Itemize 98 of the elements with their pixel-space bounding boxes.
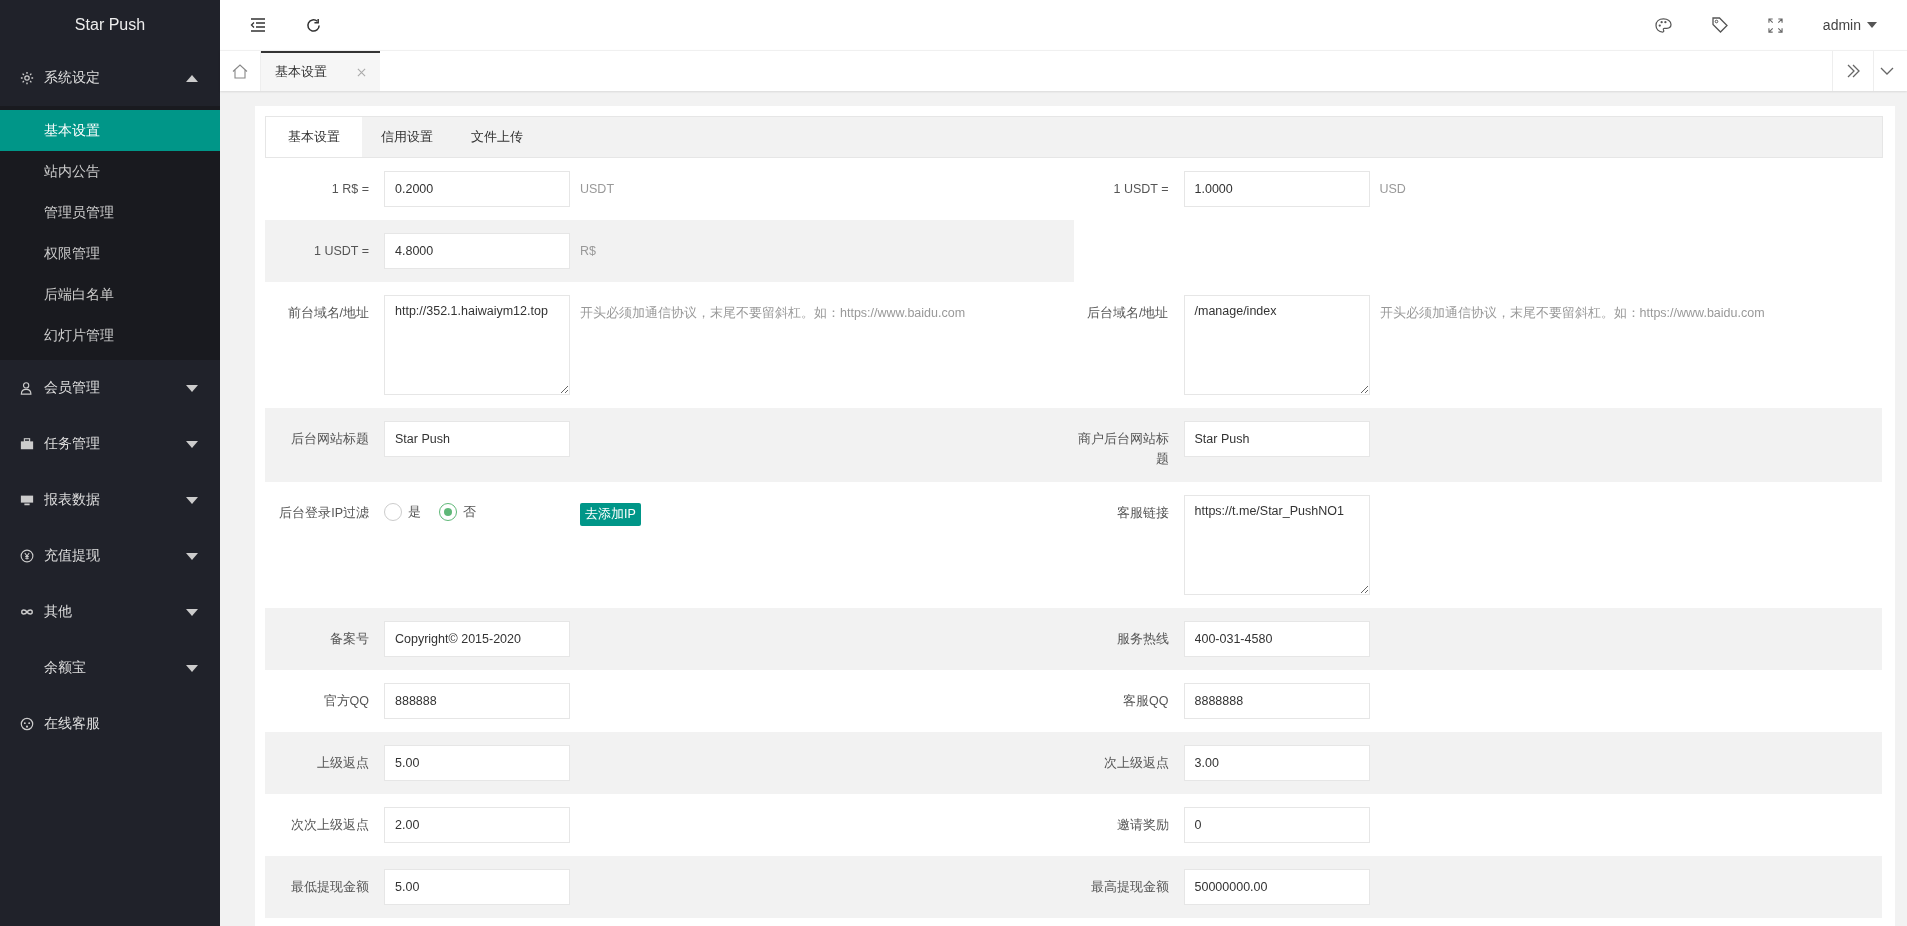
unit-text: USD — [1378, 181, 1406, 198]
input-field[interactable]: 5.00 — [384, 745, 570, 781]
field-label: 服务热线 — [1115, 631, 1170, 648]
tab-label: 基本设置 — [275, 63, 327, 81]
menu-label: 系统设定 — [44, 69, 101, 87]
app-logo: Star Push — [73, 15, 147, 35]
radio-button[interactable] — [384, 503, 402, 521]
unit-text: R$ — [579, 243, 596, 260]
chevron-down-icon[interactable] — [1880, 67, 1894, 75]
menu-label: 在线客服 — [44, 715, 101, 733]
field-label: 1 USDT = — [313, 243, 370, 260]
sidebar-menu-item[interactable]: 在线客服 — [0, 696, 220, 752]
caret-down-icon — [186, 552, 198, 560]
field-label: 前台域名/地址 — [286, 305, 370, 322]
field-label: 最低提现金额 — [290, 879, 370, 896]
submenu-item[interactable]: 站内公告 — [0, 151, 220, 192]
field-label: 商户后台网站标题 — [1076, 431, 1170, 468]
field-label: 次次上级返点 — [290, 817, 370, 834]
field-label: 1 R$ = — [330, 181, 370, 198]
input-field[interactable]: 3.00 — [1183, 745, 1370, 781]
caret-up-icon — [186, 74, 198, 82]
input-field[interactable]: 5.00 — [384, 869, 570, 905]
menu-label: 余额宝 — [44, 659, 87, 677]
textarea-field[interactable]: /manage/index — [1183, 295, 1370, 395]
field-label: 后台网站标题 — [290, 431, 370, 448]
input-field[interactable]: 888888 — [384, 683, 570, 719]
submenu-item[interactable]: 幻灯片管理 — [0, 315, 220, 356]
palette-icon[interactable] — [1654, 17, 1672, 33]
caret-down-icon — [1867, 22, 1877, 28]
form-tab[interactable]: 基本设置 — [266, 117, 362, 157]
form-tab[interactable]: 文件上传 — [452, 117, 542, 157]
input-field[interactable]: 2.00 — [384, 807, 570, 843]
submenu-item[interactable]: 管理员管理 — [0, 192, 220, 233]
submenu-item[interactable]: 后端白名单 — [0, 274, 220, 315]
unit-text: USDT — [579, 181, 615, 198]
user-menu[interactable]: admin — [1822, 17, 1861, 33]
sidebar-menu-item[interactable]: 系统设定 — [0, 50, 220, 106]
yen-icon — [20, 549, 34, 563]
form-tab[interactable]: 信用设置 — [362, 117, 452, 157]
field-label: 备案号 — [329, 631, 370, 648]
input-field[interactable]: Copyright© 2015-2020 — [384, 621, 570, 657]
user-icon — [20, 381, 34, 395]
radio-label: 是 — [408, 503, 421, 521]
caret-down-icon — [186, 496, 198, 504]
field-label: 最高提现金额 — [1089, 879, 1170, 896]
sidebar-menu-item[interactable]: 其他 — [0, 584, 220, 640]
menu-label: 报表数据 — [44, 491, 101, 509]
fullscreen-icon[interactable] — [1767, 17, 1783, 33]
caret-down-icon — [186, 384, 198, 392]
briefcase-icon — [20, 437, 34, 451]
hint-text: 开头必须加通信协议，末尾不要留斜杠。如：https://www.baidu.com — [579, 305, 966, 322]
field-label: 后台登录IP过滤 — [278, 505, 370, 522]
menu-label: 其他 — [44, 603, 73, 621]
sidebar-menu-item[interactable]: 充值提现 — [0, 528, 220, 584]
add-ip-button[interactable]: 去添加IP — [580, 503, 641, 526]
menu-fold-icon[interactable] — [250, 18, 266, 32]
caret-down-icon — [186, 440, 198, 448]
caret-down-icon — [186, 664, 198, 672]
input-field[interactable]: Star Push — [384, 421, 570, 457]
radio-label: 否 — [463, 503, 476, 521]
sidebar-menu-item[interactable]: 余额宝 — [0, 640, 220, 696]
hint-text: 开头必须加通信协议，末尾不要留斜杠。如：https://www.baidu.com — [1378, 305, 1765, 322]
textarea-field[interactable]: http://352.1.haiwaiym12.top — [384, 295, 570, 395]
face-icon — [20, 717, 34, 731]
caret-down-icon — [186, 608, 198, 616]
field-label: 次上级返点 — [1102, 755, 1170, 772]
textarea-field[interactable]: https://t.me/Star_PushNO1 — [1183, 495, 1370, 595]
field-label: 后台域名/地址 — [1086, 305, 1170, 322]
sidebar-menu-item[interactable]: 任务管理 — [0, 416, 220, 472]
input-field[interactable]: 4.8000 — [384, 233, 570, 269]
input-field[interactable]: 0 — [1183, 807, 1370, 843]
input-field[interactable]: 50000000.00 — [1183, 869, 1370, 905]
monitor-icon — [20, 493, 34, 507]
input-field[interactable]: 0.2000 — [384, 171, 570, 207]
input-field[interactable]: 1.0000 — [1183, 171, 1370, 207]
refresh-icon[interactable] — [306, 17, 321, 33]
menu-label: 充值提现 — [44, 547, 101, 565]
field-label: 客服链接 — [1115, 505, 1170, 522]
field-label: 1 USDT = — [1112, 181, 1170, 198]
input-field[interactable]: 400-031-4580 — [1183, 621, 1370, 657]
tag-icon[interactable] — [1711, 17, 1728, 33]
input-field[interactable]: Star Push — [1183, 421, 1370, 457]
field-label: 邀请奖励 — [1115, 817, 1170, 834]
home-icon[interactable] — [232, 63, 248, 79]
page-tab[interactable]: 基本设置 — [261, 51, 380, 91]
field-label: 客服QQ — [1122, 693, 1170, 710]
sidebar-menu-item[interactable]: 会员管理 — [0, 360, 220, 416]
field-label: 官方QQ — [322, 693, 370, 710]
submenu-item[interactable]: 权限管理 — [0, 233, 220, 274]
field-label: 上级返点 — [316, 755, 370, 772]
input-field[interactable]: 8888888 — [1183, 683, 1370, 719]
gear-icon — [20, 71, 34, 85]
submenu-item[interactable]: 基本设置 — [0, 110, 220, 151]
double-chevron-right-icon[interactable] — [1846, 64, 1860, 78]
radio-button[interactable] — [439, 503, 457, 521]
sidebar-menu-item[interactable]: 报表数据 — [0, 472, 220, 528]
menu-label: 任务管理 — [44, 435, 101, 453]
menu-label: 会员管理 — [44, 379, 101, 397]
